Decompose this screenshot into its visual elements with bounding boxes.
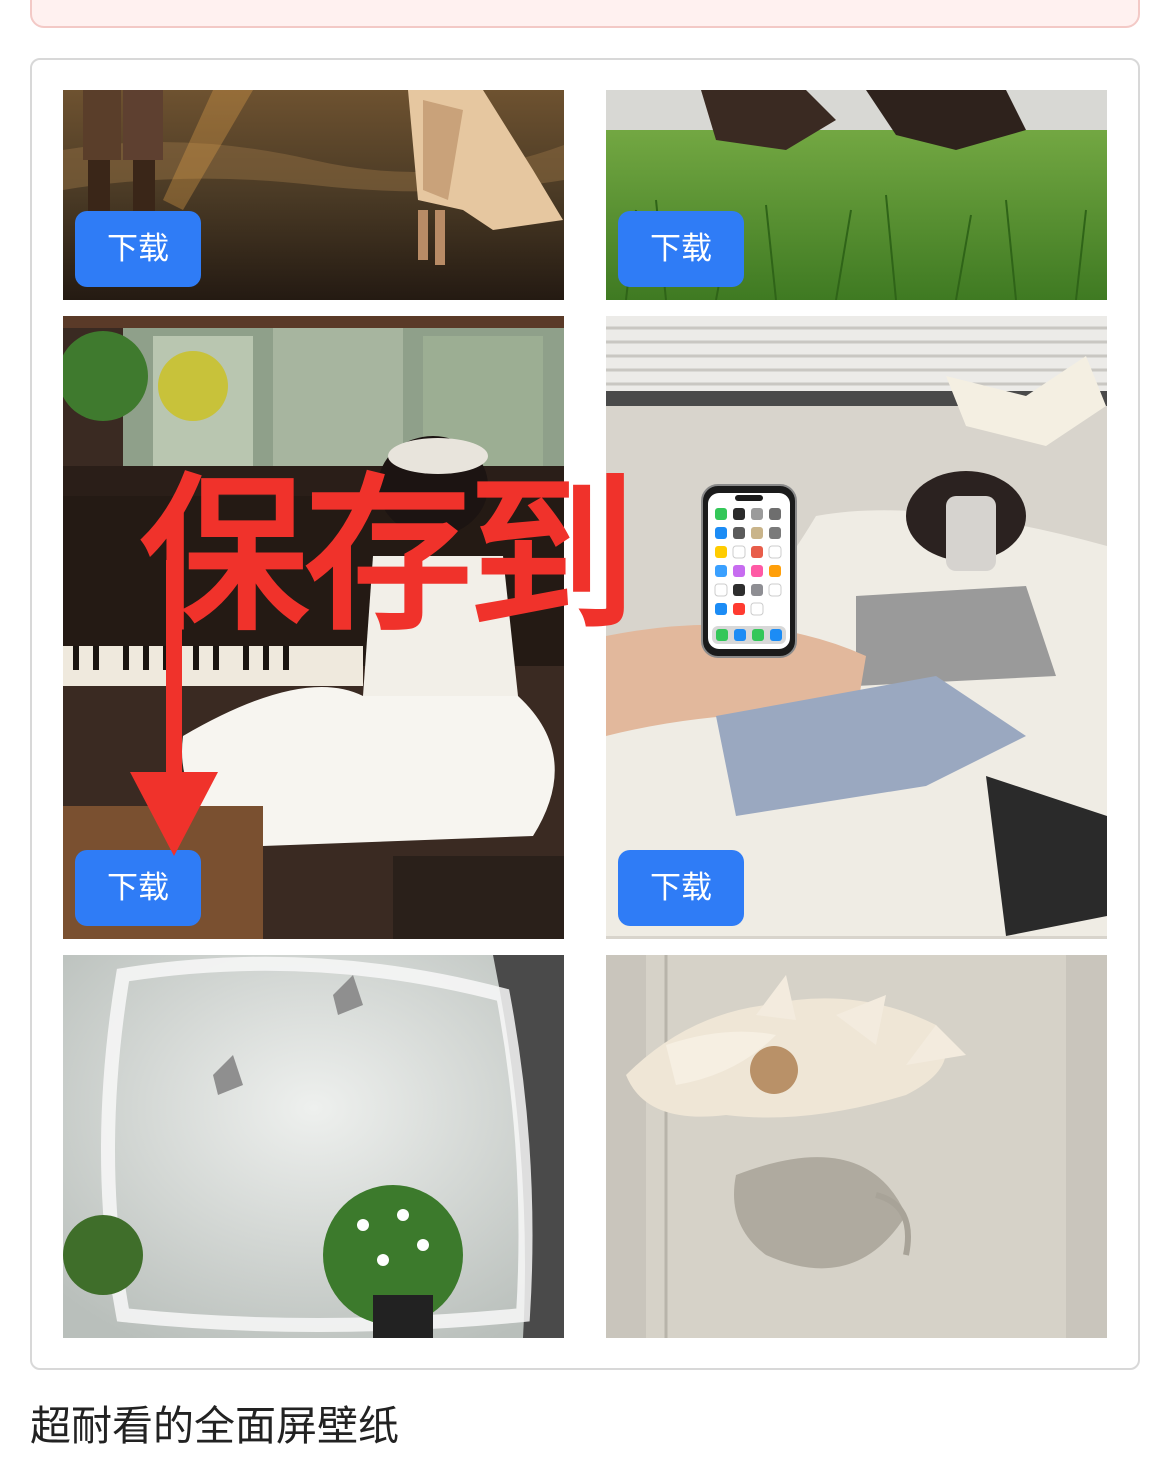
page: 下载 下载 下载 下载 保存到 超耐看的全面屏壁纸 — [0, 0, 1169, 1460]
grass-photo[interactable]: 下载 — [606, 90, 1107, 300]
butterfly-window-image — [63, 955, 564, 1338]
download-button[interactable]: 下载 — [618, 211, 744, 287]
download-button[interactable]: 下载 — [618, 850, 744, 926]
paper-flower-photo[interactable] — [606, 955, 1107, 1338]
paper-flower-image — [606, 955, 1107, 1338]
sofa-girl-image — [606, 316, 1107, 939]
butterfly-window-photo[interactable] — [63, 955, 564, 1338]
beach-sunset-photo[interactable]: 下载 — [63, 90, 564, 300]
download-button[interactable]: 下载 — [75, 850, 201, 926]
top-banner — [30, 0, 1140, 28]
sofa-girl-photo[interactable]: 下载 — [606, 316, 1107, 939]
post-caption: 超耐看的全面屏壁纸 — [30, 1402, 399, 1450]
iphone-icon — [701, 484, 797, 658]
down-arrow-icon — [130, 560, 218, 856]
download-button[interactable]: 下载 — [75, 211, 201, 287]
